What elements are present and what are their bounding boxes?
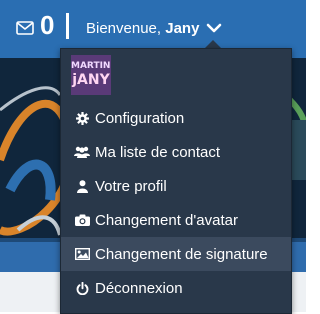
gear-icon [73,111,91,125]
username: Jany [165,20,200,37]
menu-item-logout[interactable]: Déconnexion [61,271,291,305]
menu-item-change-signature[interactable]: Changement de signature [61,237,291,271]
user-icon [73,179,91,193]
camera-icon [73,213,91,227]
power-icon [73,281,91,295]
avatar-text-line2: jANY [72,72,110,88]
mail-icon[interactable] [16,21,34,35]
users-icon [73,145,91,159]
menu-item-change-avatar[interactable]: Changement d'avatar [61,203,291,237]
chevron-down-icon[interactable] [206,22,222,34]
menu-item-label: Changement d'avatar [95,211,238,229]
header-divider [66,13,69,39]
messages-count[interactable]: 0 [40,10,54,40]
user-dropdown-menu: MARTINK jANY Configuration Ma liste de c… [60,48,292,314]
dropdown-pointer [205,40,221,48]
menu-item-label: Déconnexion [95,279,183,297]
menu-item-configuration[interactable]: Configuration [61,101,291,135]
menu-item-label: Changement de signature [95,245,268,263]
user-greeting[interactable]: Bienvenue, Jany [86,20,199,38]
menu-item-label: Ma liste de contact [95,143,221,161]
greeting-prefix: Bienvenue, [86,20,162,37]
menu-item-label: Configuration [95,109,185,127]
dropdown-menu-list: Configuration Ma liste de contact Votre … [61,101,291,305]
menu-item-profile[interactable]: Votre profil [61,169,291,203]
menu-item-label: Votre profil [95,177,167,195]
avatar[interactable]: MARTINK jANY [71,55,111,95]
image-icon [73,247,91,261]
menu-item-contact-list[interactable]: Ma liste de contact [61,135,291,169]
avatar-text-line1: MARTINK [71,61,111,71]
